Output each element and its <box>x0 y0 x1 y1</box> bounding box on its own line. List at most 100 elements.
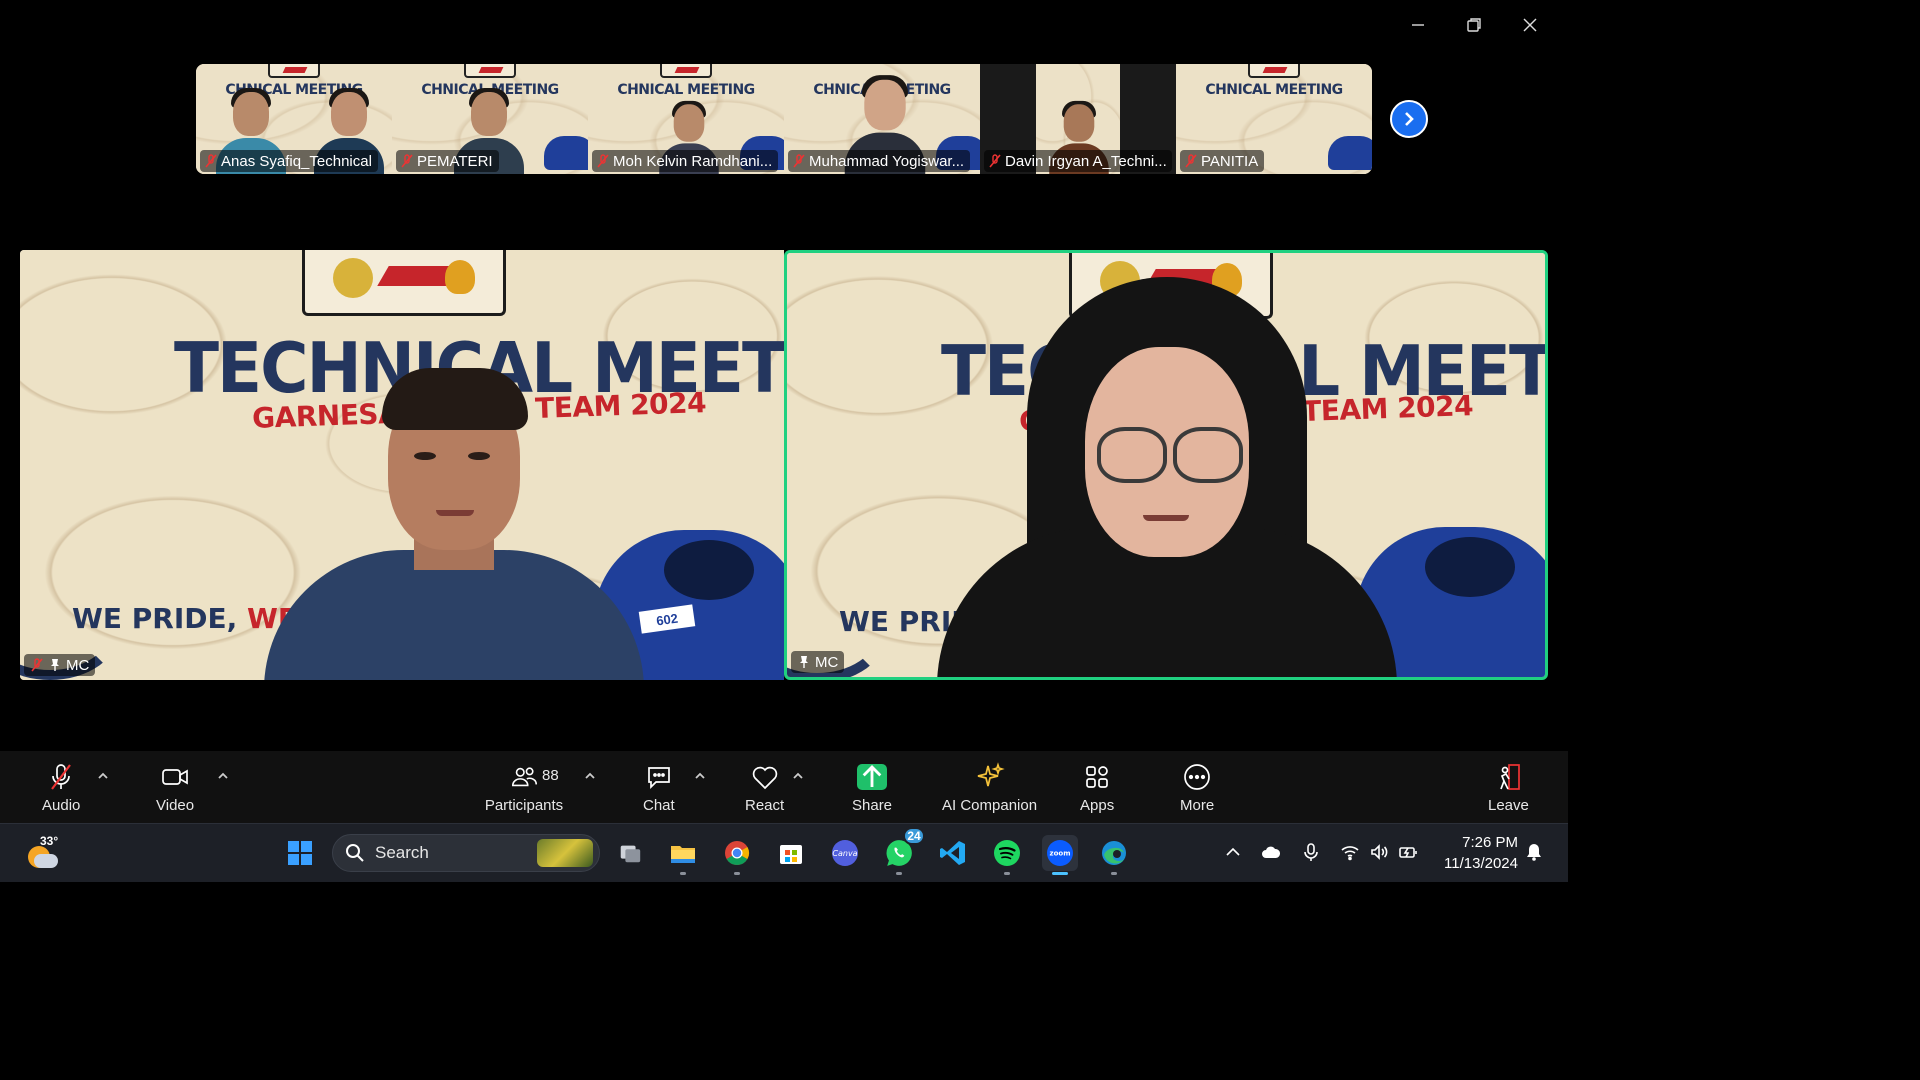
video-button[interactable]: Video <box>156 761 194 814</box>
chat-options-caret[interactable] <box>693 769 707 783</box>
task-view-icon <box>620 845 641 863</box>
thumbnail-banner: CHNICAL MEETING <box>1205 82 1343 98</box>
taskbar-search[interactable]: Search <box>332 834 600 872</box>
audio-button[interactable]: Audio <box>42 761 80 814</box>
participant-name-label: Davin Irgyan A_Techni... <box>984 150 1172 172</box>
mic-muted-icon <box>31 658 43 672</box>
whatsapp-button[interactable]: 24 <box>881 827 925 875</box>
leave-door-icon <box>1500 764 1521 790</box>
temperature: 33° <box>40 834 59 848</box>
chevron-right-icon <box>1405 112 1414 126</box>
video-tile-mc-2-active-speaker[interactable]: TECHNICAL MEETING GARNESA RACING TEAM 20… <box>784 250 1548 680</box>
restore-button[interactable] <box>1446 10 1502 40</box>
battery-button[interactable] <box>1398 842 1418 867</box>
start-button[interactable] <box>282 835 318 871</box>
bell-icon <box>1527 844 1541 861</box>
slogan-part-a: WE PRIDE, <box>72 602 238 635</box>
participant-name-label: PANITIA <box>1180 150 1265 172</box>
show-hidden-icons-button[interactable] <box>1223 842 1243 867</box>
chevron-up-icon <box>218 772 228 779</box>
participants-button[interactable]: 88 Participants <box>484 761 564 814</box>
running-indicator <box>680 872 686 875</box>
weather-widget[interactable]: 33° <box>24 834 59 870</box>
vscode-icon <box>940 841 965 865</box>
task-view-button[interactable] <box>612 835 648 871</box>
chevron-up-icon <box>793 772 803 779</box>
windows-taskbar: 33° Search Canva 24 zoom 7:26 PM 11/13/2… <box>0 823 1568 882</box>
microsoft-store-button[interactable] <box>773 835 809 871</box>
participant-name: MC <box>66 656 90 674</box>
chrome-button[interactable] <box>719 835 755 875</box>
ai-companion-button[interactable]: AI Companion <box>942 761 1037 814</box>
participant-thumbnail[interactable]: Davin Irgyan A_Techni... <box>980 64 1176 174</box>
zoom-button[interactable]: zoom <box>1042 835 1078 875</box>
folder-icon <box>671 846 695 863</box>
participant-name: Moh Kelvin Ramdhani... <box>613 152 773 170</box>
leave-label: Leave <box>1488 797 1529 814</box>
vscode-button[interactable] <box>935 835 971 871</box>
ai-companion-label: AI Companion <box>942 797 1038 814</box>
microphone-status-button[interactable] <box>1301 842 1321 867</box>
edge-button[interactable] <box>1096 835 1132 875</box>
running-indicator <box>896 872 902 875</box>
team-logo <box>464 64 516 78</box>
close-window-button[interactable] <box>1502 10 1558 40</box>
participant-name-label: Anas Syafiq_Technical <box>200 150 378 172</box>
leave-meeting-button[interactable]: Leave <box>1488 761 1529 814</box>
svg-text:zoom: zoom <box>1050 850 1071 858</box>
chat-button[interactable]: Chat <box>643 761 675 814</box>
svg-text:Canva: Canva <box>832 849 857 858</box>
participant-thumbnail[interactable]: CHNICAL MEETING PEMATERI <box>392 64 588 174</box>
participant-thumbnail-strip: CHNICAL MEETING Anas Syafiq_Technical CH… <box>196 64 1372 174</box>
participant-thumbnail[interactable]: CHNICAL MEETING Muhammad Yogiswar... <box>784 64 980 174</box>
react-button[interactable]: React <box>745 761 784 814</box>
system-clock[interactable]: 7:26 PM 11/13/2024 <box>1436 832 1518 874</box>
participant-name-label: Muhammad Yogiswar... <box>788 150 971 172</box>
more-button[interactable]: More <box>1180 761 1214 814</box>
minimize-icon <box>1412 24 1424 26</box>
next-page-button[interactable] <box>1390 100 1428 138</box>
participants-count: 88 <box>542 767 559 784</box>
audio-label: Audio <box>42 797 81 814</box>
team-logo <box>1248 64 1300 78</box>
mic-muted-icon <box>792 154 806 168</box>
team-logo <box>268 64 320 78</box>
video-options-caret[interactable] <box>216 769 230 783</box>
mic-muted-icon <box>1184 154 1198 168</box>
canva-button[interactable]: Canva <box>827 835 863 871</box>
audio-options-caret[interactable] <box>96 769 110 783</box>
mic-muted-icon <box>400 154 414 168</box>
window-controls <box>1390 10 1558 40</box>
minimize-button[interactable] <box>1390 10 1446 40</box>
wifi-button[interactable] <box>1340 842 1360 867</box>
participant-name: PANITIA <box>1201 152 1259 170</box>
mic-muted-icon <box>988 154 1002 168</box>
participant-name-label: MC <box>24 654 96 676</box>
windows-logo-icon <box>288 841 312 865</box>
mic-muted-icon <box>51 764 72 790</box>
notifications-button[interactable] <box>1524 842 1544 867</box>
spotify-icon <box>994 840 1020 866</box>
onedrive-button[interactable] <box>1261 842 1281 867</box>
chat-label: Chat <box>643 797 675 814</box>
mic-muted-icon <box>596 154 610 168</box>
participants-label: Participants <box>484 797 564 814</box>
participant-thumbnail[interactable]: CHNICAL MEETING Anas Syafiq_Technical <box>196 64 392 174</box>
participants-options-caret[interactable] <box>583 769 597 783</box>
apps-button[interactable]: Apps <box>1080 761 1114 814</box>
share-screen-button[interactable]: Share <box>852 761 892 814</box>
react-options-caret[interactable] <box>791 769 805 783</box>
participant-name: PEMATERI <box>417 152 493 170</box>
participant-thumbnail[interactable]: CHNICAL MEETING Moh Kelvin Ramdhani... <box>588 64 784 174</box>
wifi-icon <box>1341 846 1359 861</box>
restore-icon <box>1467 18 1481 32</box>
volume-button[interactable] <box>1369 842 1389 867</box>
mic-muted-icon <box>204 154 218 168</box>
meeting-toolbar: Audio Video 88 Participants Chat React S… <box>0 751 1568 823</box>
heart-icon <box>752 766 777 790</box>
file-explorer-button[interactable] <box>665 835 701 875</box>
video-tile-mc-1[interactable]: TECHNICAL MEETING GARNESA RACING TEAM 20… <box>20 250 784 680</box>
eagle-logo <box>445 260 475 294</box>
participant-thumbnail[interactable]: CHNICAL MEETING PANITIA <box>1176 64 1372 174</box>
spotify-button[interactable] <box>989 835 1025 875</box>
